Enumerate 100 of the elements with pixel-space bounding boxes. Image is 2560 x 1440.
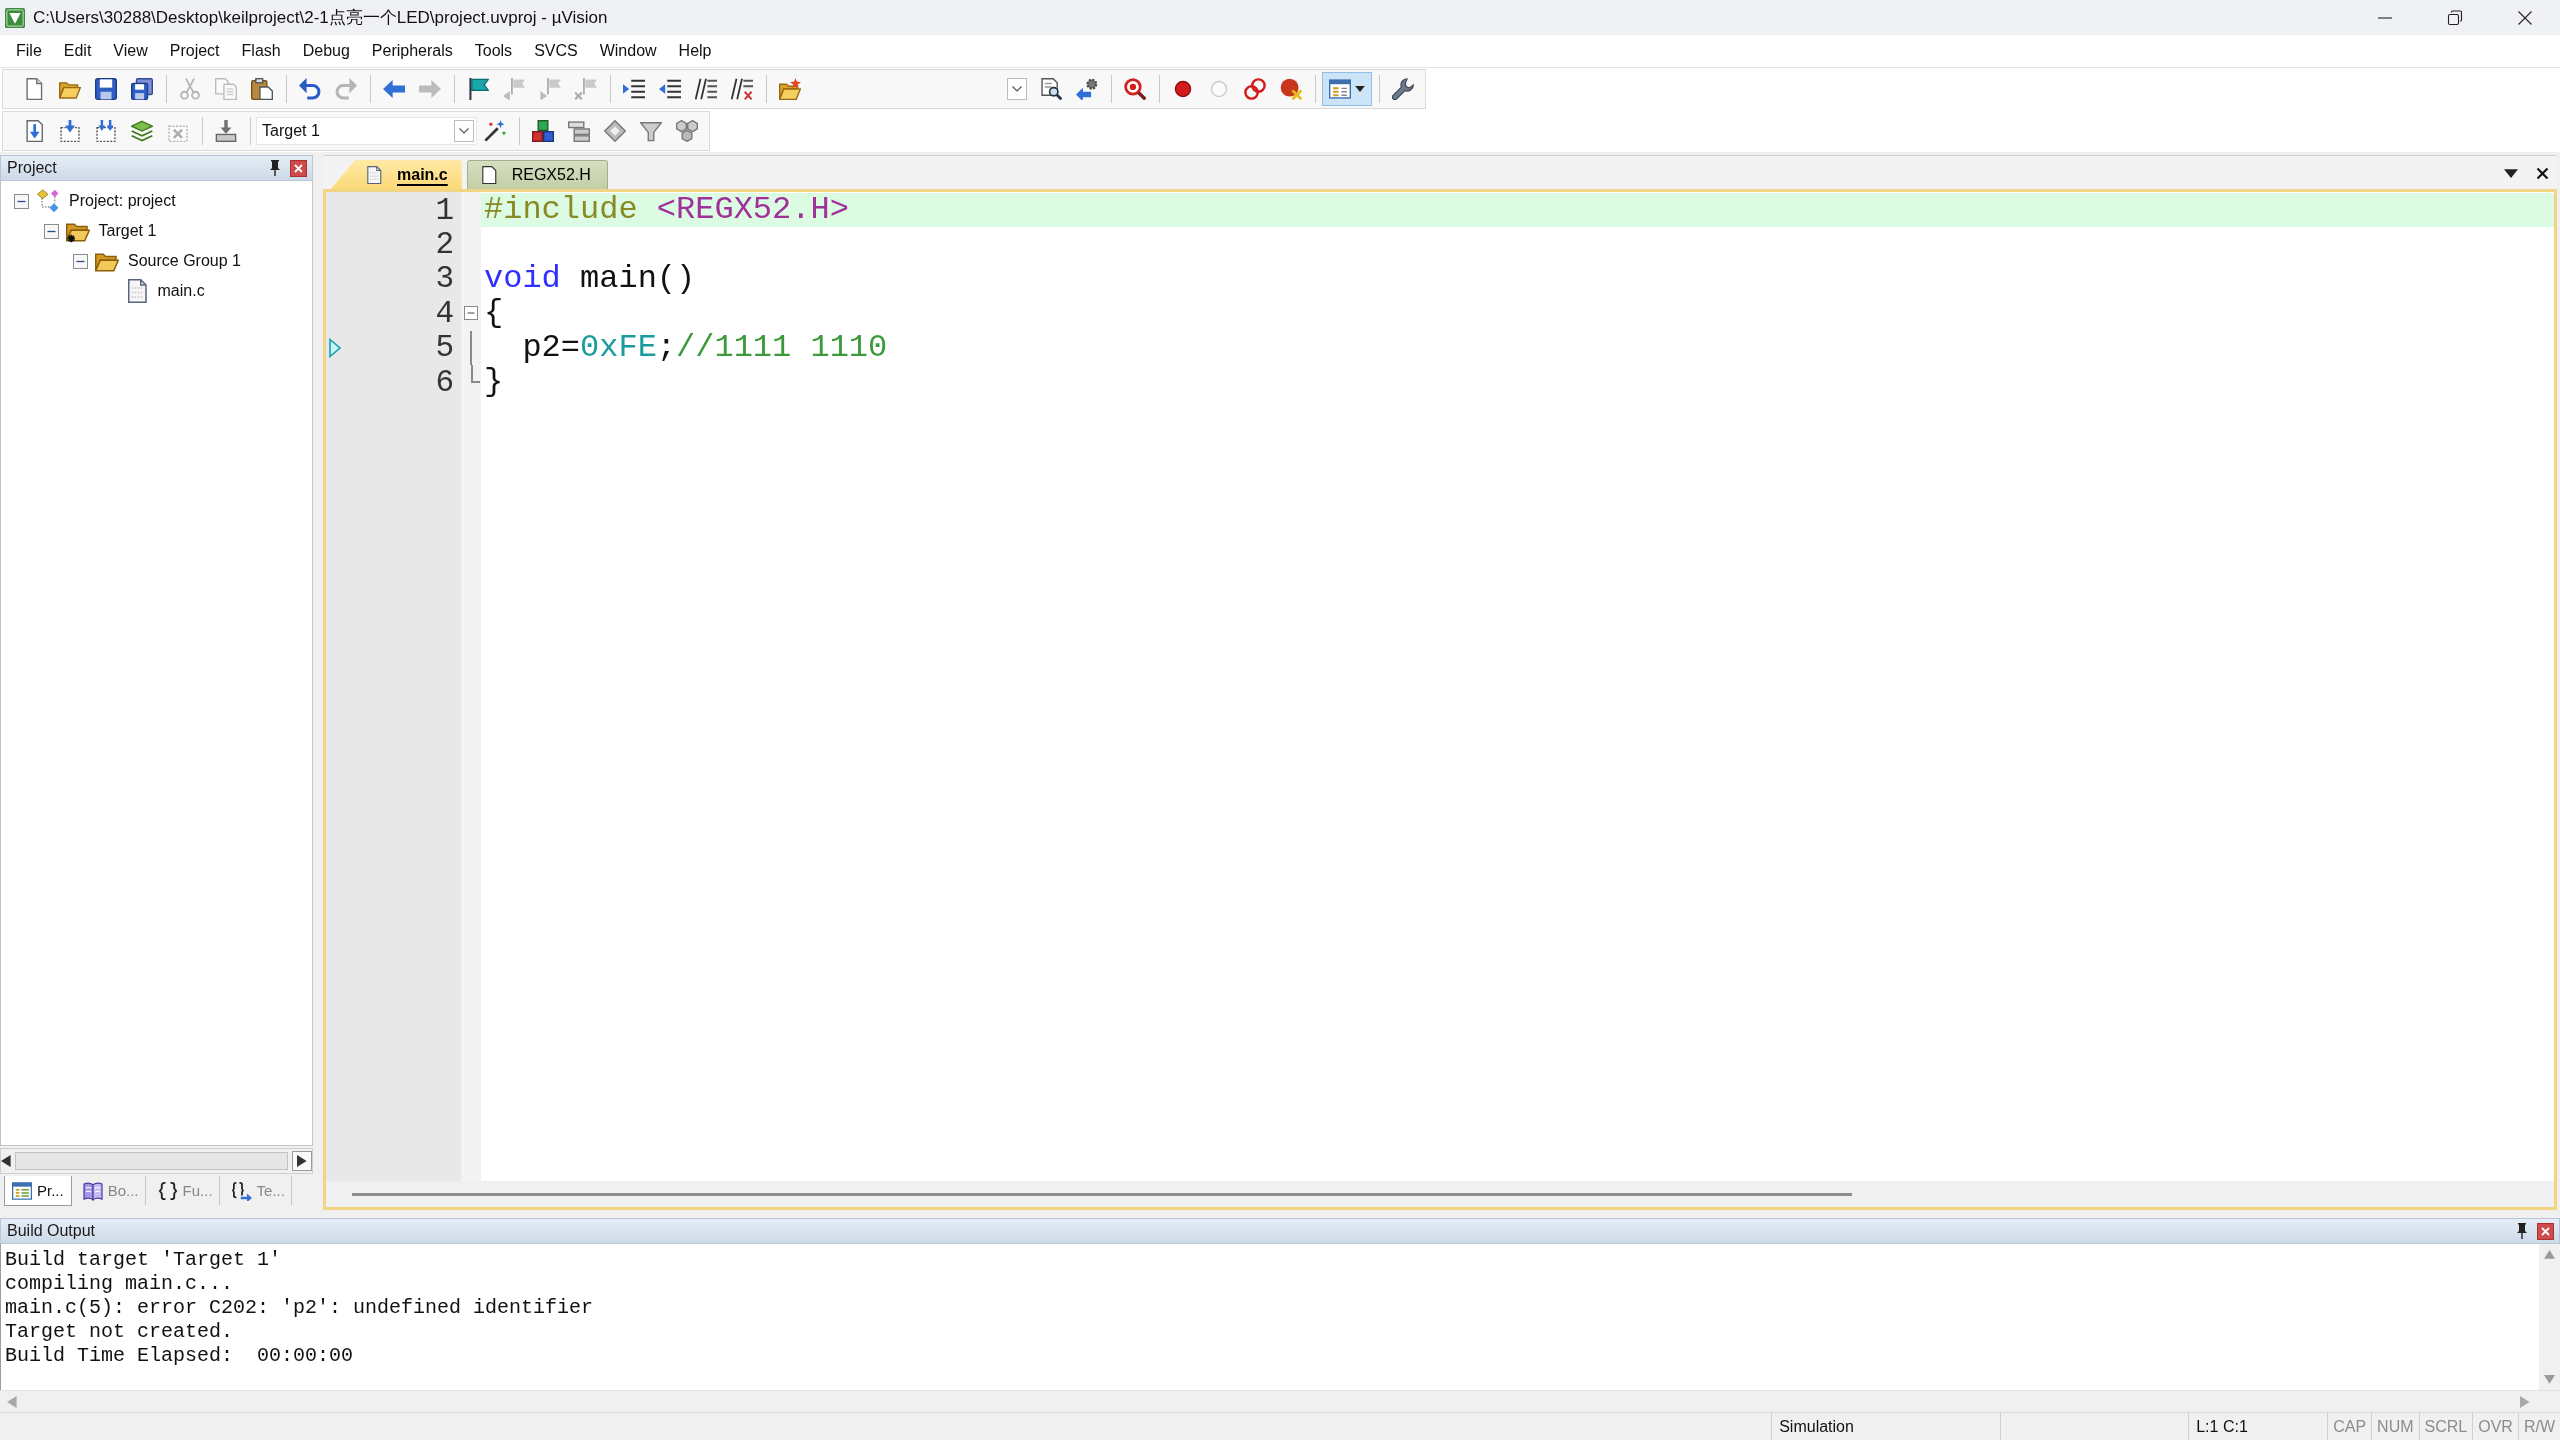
arrow-gear-icon[interactable] (1076, 78, 1098, 100)
fold-collapse-icon[interactable] (464, 306, 478, 321)
scroll-right-icon[interactable] (297, 1155, 307, 1167)
line-number: 5 (435, 330, 454, 366)
paste-icon[interactable] (251, 78, 273, 100)
pin-icon[interactable] (269, 160, 281, 176)
window-title: C:\Users\30288\Desktop\keilproject\2-1点亮一个LED\project.uvproj - µVision (33, 7, 608, 29)
menu-item[interactable]: Debug (291, 39, 361, 63)
cursor-position: L:1 C:1 (2188, 1413, 2328, 1440)
download-icon[interactable] (215, 120, 237, 142)
uncomment-lines-icon[interactable] (731, 78, 753, 100)
editor-tab[interactable]: REGX52.H (466, 160, 608, 189)
panel-title: Build Output (7, 1222, 96, 1240)
window-icon (1329, 78, 1351, 100)
menu-item[interactable]: Tools (463, 39, 524, 63)
status-indicator: SCRL (2418, 1413, 2473, 1440)
close-icon[interactable] (2537, 1222, 2554, 1240)
layers-icon[interactable] (131, 120, 153, 142)
code-line: #include <REGX52.H> (484, 193, 849, 228)
grid-arrow-icon[interactable] (59, 120, 81, 142)
connected-diamonds-icon (36, 189, 60, 213)
output-line: main.c(5): error C202: 'p2': undefined identifier (5, 1296, 595, 1320)
breakpoint-dot-icon[interactable] (1172, 78, 1194, 100)
horizontal-scrollbar[interactable] (0, 1148, 313, 1174)
menu-item[interactable]: Window (588, 39, 668, 63)
line-number: 1 (435, 192, 454, 228)
restore-icon[interactable] (2447, 9, 2463, 26)
target-select[interactable]: Target 1 (256, 117, 477, 145)
line-number: 2 (435, 227, 454, 263)
tree-item[interactable]: Target 1 (98, 222, 157, 240)
wrench-icon[interactable] (1392, 78, 1414, 100)
line-number: 6 (435, 364, 454, 400)
page-arrow-icon[interactable] (23, 120, 45, 142)
collapse-icon[interactable] (73, 253, 88, 269)
save-icon[interactable] (95, 78, 117, 100)
document-icon (479, 165, 498, 185)
grid-double-arrow-icon[interactable] (95, 120, 117, 142)
chevron-down-icon (459, 128, 469, 134)
braces-icon (157, 1180, 178, 1201)
output-line: Build target 'Target 1' (5, 1248, 283, 1272)
close-icon[interactable] (2517, 9, 2533, 26)
scrollbar-thumb[interactable] (352, 1192, 1852, 1196)
list-window-icon (12, 1180, 32, 1201)
output-line: compiling main.c... (5, 1272, 235, 1296)
code-line: } (484, 364, 504, 400)
menu-item[interactable]: View (102, 39, 159, 63)
caret-icon (1355, 86, 1365, 92)
layout-dropdown-button[interactable] (1322, 72, 1372, 106)
menu-item[interactable]: Help (667, 39, 723, 63)
magic-wand-icon[interactable] (484, 120, 506, 142)
save-all-icon[interactable] (131, 78, 153, 100)
outdent-icon[interactable] (659, 78, 681, 100)
magnifier-icon[interactable] (1124, 78, 1146, 100)
new-file-icon[interactable] (23, 78, 45, 100)
menu-item[interactable]: Peripherals (360, 39, 464, 63)
braces-arrow-icon (231, 1180, 252, 1201)
status-indicator: R/W (2517, 1413, 2560, 1440)
output-line: Target not created. (5, 1320, 235, 1344)
close-icon[interactable] (290, 159, 307, 177)
left-arrow-icon[interactable] (383, 78, 405, 100)
close-icon[interactable] (2536, 167, 2549, 180)
status-indicator: CAP (2327, 1413, 2372, 1440)
line-number: 4 (435, 295, 454, 331)
hexagons-icon[interactable] (676, 120, 698, 142)
code-line: p2=0xFE;//1111 1110 (521, 330, 888, 365)
stacked-bars-icon[interactable] (568, 120, 590, 142)
dot-cross-icon[interactable] (1280, 78, 1302, 100)
menu-item[interactable]: File (5, 39, 53, 63)
code-editor[interactable]: 1 #include <REGX52.H> 2 3 void main() 4 { 5 p2=0xFE;//1111 1110 6 } (323, 189, 2557, 1210)
panel-tab[interactable]: Pr... (4, 1176, 72, 1206)
comment-lines-icon[interactable] (695, 78, 717, 100)
indent-icon[interactable] (623, 78, 645, 100)
menu-item[interactable]: SVCS (523, 39, 589, 63)
pin-icon[interactable] (2516, 1223, 2528, 1239)
document-icon (365, 164, 383, 185)
document-magnifier-icon[interactable] (1040, 78, 1062, 100)
code-line: void main() (484, 261, 696, 297)
output-line: Build Time Elapsed: 00:00:00 (5, 1344, 355, 1368)
editor-tab[interactable]: main.c (331, 160, 462, 189)
collapse-icon[interactable] (43, 223, 59, 239)
tree-item[interactable]: Project: project (69, 192, 176, 210)
diamond-icon[interactable] (604, 120, 626, 142)
scroll-left-icon[interactable] (1, 1155, 11, 1167)
scrollbar-thumb[interactable] (14, 1152, 288, 1170)
folder-star-icon[interactable] (779, 78, 801, 100)
tree-item[interactable]: Source Group 1 (128, 252, 241, 270)
menu-item[interactable]: Edit (52, 39, 103, 63)
collapse-icon[interactable] (14, 193, 29, 209)
open-book-icon (82, 1180, 103, 1201)
undo-icon[interactable] (299, 78, 321, 100)
app-logo-icon (5, 7, 25, 28)
menu-item[interactable]: Flash (230, 39, 292, 63)
tree-item[interactable]: main.c (157, 282, 205, 300)
flag-icon[interactable] (467, 78, 489, 100)
menu-item[interactable]: Project (158, 39, 231, 63)
funnel-icon[interactable] (640, 120, 662, 142)
linked-circles-icon[interactable] (1244, 78, 1266, 100)
scroll-right-button[interactable] (292, 1151, 312, 1171)
line-number: 3 (435, 261, 454, 297)
blocks-icon[interactable] (532, 120, 554, 142)
